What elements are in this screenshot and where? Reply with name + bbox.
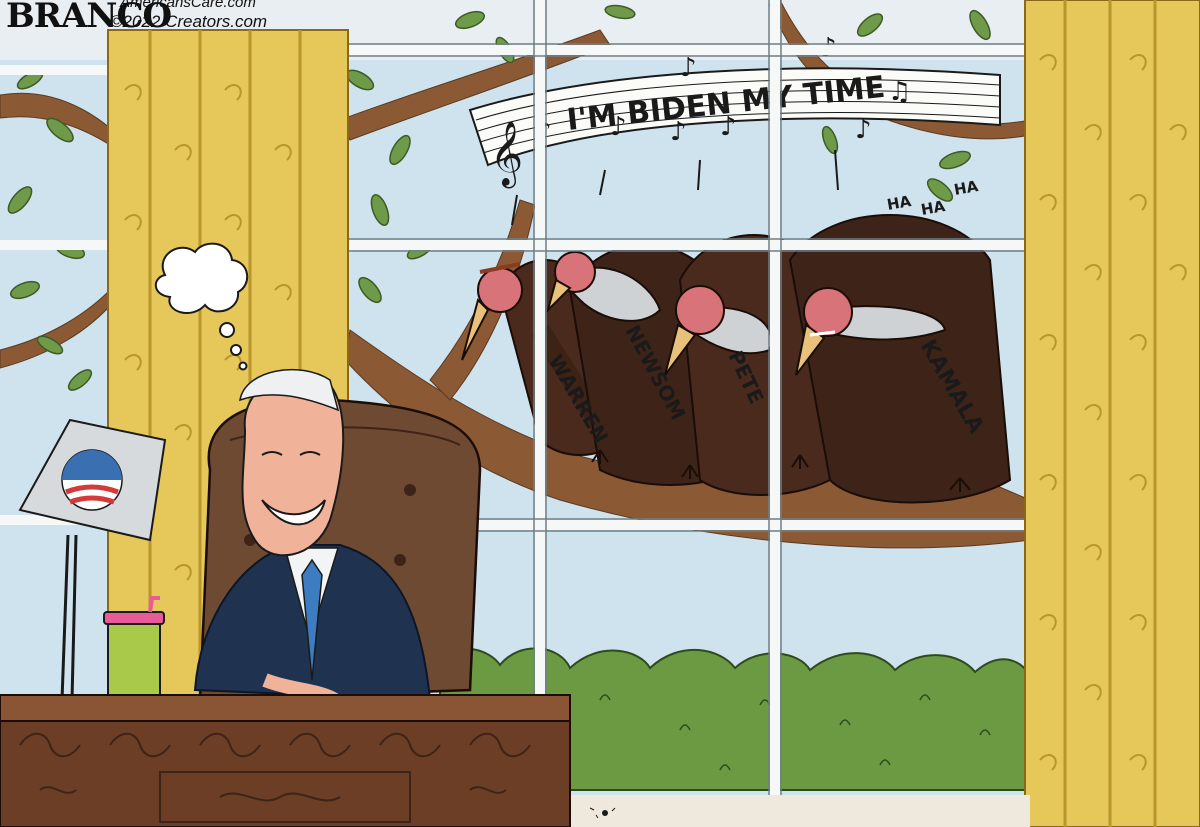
- floor: [560, 795, 1030, 827]
- svg-text:♪: ♪: [855, 115, 872, 145]
- svg-text:♪: ♪: [680, 53, 697, 83]
- svg-text:♪: ♪: [720, 112, 737, 142]
- copyright-line: ©2022 Creators.com: [110, 12, 268, 31]
- svg-text:♪: ♪: [610, 112, 627, 142]
- treble-clef-icon: 𝄞: [490, 121, 523, 188]
- curtain-right: [1024, 0, 1200, 827]
- source-line: AmericansCare.com: [120, 0, 256, 11]
- cartoon-illustration: WARREN NEWSOM PETE KAMALA HA HA HA 𝄞 I'M…: [0, 0, 1200, 827]
- svg-text:♫: ♫: [888, 77, 911, 107]
- svg-text:♪: ♪: [670, 117, 687, 147]
- editorial-cartoon: WARREN NEWSOM PETE KAMALA HA HA HA 𝄞 I'M…: [0, 0, 1200, 827]
- resolute-desk: [0, 694, 571, 827]
- drink-cup: [103, 596, 165, 701]
